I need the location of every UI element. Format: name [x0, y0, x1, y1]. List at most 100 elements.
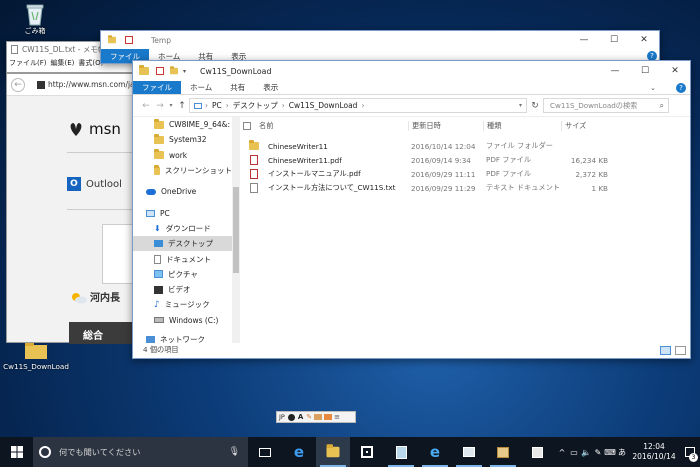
taskbar-notepad[interactable] — [384, 437, 418, 467]
nav-item-videos[interactable]: ビデオ — [133, 282, 232, 297]
notepad-menu-edit[interactable]: 編集(E) — [51, 58, 75, 68]
details-view-button[interactable] — [660, 345, 671, 355]
taskbar-explorer[interactable] — [316, 437, 350, 467]
file-row[interactable]: ChineseWriter11 2016/10/14 12:04 ファイル フォ… — [240, 139, 690, 153]
task-view-button[interactable] — [248, 437, 282, 467]
tray-volume-icon[interactable]: 🔈 — [580, 448, 592, 457]
tray-network-icon[interactable]: ▭ — [568, 448, 580, 457]
maximize-button[interactable]: ☐ — [630, 61, 660, 81]
taskbar-app-three[interactable] — [520, 437, 554, 467]
column-header-name[interactable]: 名前 — [251, 121, 408, 131]
taskbar-search-box[interactable]: 何でも聞いてください 🎙 — [33, 437, 248, 467]
minimize-button[interactable]: — — [600, 61, 630, 81]
tab-share[interactable]: 共有 — [221, 81, 254, 94]
nav-item-pictures[interactable]: ピクチャ — [133, 267, 232, 282]
file-list[interactable]: 名前 更新日時 種類 サイズ ChineseWriter11 2016/10/1… — [240, 117, 690, 343]
nav-item-onedrive[interactable]: OneDrive — [133, 184, 232, 199]
ime-kana-icon[interactable] — [287, 413, 295, 421]
forward-button[interactable]: → — [153, 101, 167, 111]
refresh-button[interactable]: ↻ — [527, 101, 543, 111]
close-button[interactable]: ✕ — [660, 61, 690, 81]
nav-scrollbar[interactable] — [232, 117, 240, 343]
nav-item-downloads[interactable]: ⬇ ダウンロード — [133, 221, 232, 236]
clock[interactable]: 12:04 2016/10/14 — [628, 442, 680, 462]
nav-item-documents[interactable]: ドキュメント — [133, 251, 232, 266]
start-button[interactable] — [0, 437, 33, 467]
search-box[interactable]: Cw11S_DownLoadの検索 ⌕ — [543, 98, 669, 113]
tab-file[interactable]: ファイル — [133, 81, 181, 94]
desktop-folder[interactable]: Cw11S_DownLoad — [0, 340, 72, 371]
file-row[interactable]: インストール方法について_CW11S.txt 2016/09/29 11:29 … — [240, 181, 690, 195]
item-count: 4 個の項目 — [143, 345, 179, 354]
action-center-button[interactable]: 3 — [680, 437, 700, 467]
back-icon[interactable]: ← — [11, 77, 25, 92]
notification-badge: 3 — [689, 453, 698, 462]
taskbar-app-one[interactable] — [452, 437, 486, 467]
taskbar-store[interactable] — [350, 437, 384, 467]
ime-menu-icon[interactable] — [324, 414, 333, 420]
address-bar[interactable]: › PC › デスクトップ › Cw11S_DownLoad › ▾ — [189, 98, 527, 113]
nav-scrollbar-thumb[interactable] — [233, 187, 239, 273]
outlook-link[interactable]: O Outlool — [67, 177, 122, 191]
ime-toolbar[interactable]: JP A ✎ ≡ — [276, 411, 356, 423]
breadcrumb-pc[interactable]: PC — [212, 101, 222, 110]
file-row[interactable]: インストールマニュアル.pdf 2016/09/29 11:11 PDF ファイ… — [240, 167, 690, 181]
tab-view[interactable]: 表示 — [254, 81, 287, 94]
tray-keyboard-icon[interactable]: ⌨ — [604, 448, 616, 457]
notepad-menu-file[interactable]: ファイル(F) — [9, 58, 47, 68]
temp-minimize-button[interactable]: — — [569, 31, 599, 49]
qat-new-folder-icon[interactable] — [170, 66, 178, 75]
windows-logo-icon — [10, 446, 23, 458]
breadcrumb-desktop[interactable]: デスクトップ — [233, 100, 278, 111]
nav-item-desktop[interactable]: デスクトップ — [133, 236, 232, 252]
nav-item-windows-c[interactable]: Windows (C:) — [133, 313, 232, 328]
ime-char-mode[interactable]: A — [298, 413, 303, 421]
qat-dropdown-icon[interactable]: ▾ — [183, 68, 186, 75]
tab-home[interactable]: ホーム — [181, 81, 221, 94]
large-icons-view-button[interactable] — [675, 345, 686, 355]
nav-item-music[interactable]: ♪ ミュージック — [133, 297, 232, 312]
column-header-type[interactable]: 種類 — [483, 121, 561, 131]
ribbon-expand-icon[interactable]: ⌄ — [650, 84, 656, 92]
qat-properties-icon[interactable] — [156, 67, 164, 75]
nav-item-cw8ime[interactable]: CW8IME_9_64&: — [133, 117, 232, 132]
temp-close-button[interactable]: ✕ — [629, 31, 659, 49]
pdf-file-icon — [250, 169, 258, 179]
column-header-size[interactable]: サイズ — [561, 121, 605, 131]
ime-mode[interactable]: JP — [279, 413, 285, 421]
temp-window[interactable]: Temp — ☐ ✕ ファイル ホーム 共有 表示 ? — [100, 30, 660, 64]
address-bar[interactable]: http://www.msn.com/ja — [48, 80, 135, 89]
search-placeholder: Cw11S_DownLoadの検索 — [550, 100, 638, 110]
tray-pen-icon[interactable]: ✎ — [592, 448, 604, 457]
nav-item-work[interactable]: work — [133, 148, 232, 163]
taskbar-edge[interactable]: e — [282, 437, 316, 467]
recent-dropdown-icon[interactable]: ▾ — [167, 102, 175, 109]
microphone-icon[interactable]: 🎙 — [229, 447, 240, 457]
breadcrumb-folder[interactable]: Cw11S_DownLoad — [289, 101, 358, 110]
weather-widget[interactable]: 河内長 — [69, 289, 120, 304]
ime-pad-icon[interactable] — [314, 414, 323, 420]
up-button[interactable]: ↑ — [175, 101, 189, 111]
nav-item-system32[interactable]: System32 — [133, 132, 232, 147]
taskbar-app-two[interactable] — [486, 437, 520, 467]
navigation-pane[interactable]: CW8IME_9_64&: System32 work スクリーンショット On… — [133, 117, 232, 343]
browser-window[interactable]: ← http://www.msn.com/ja msn O Outlool 河内… — [6, 73, 137, 344]
tab-general[interactable]: 総合 — [69, 322, 137, 344]
nav-item-pc[interactable]: PC — [133, 205, 232, 220]
ime-options-icon[interactable]: ≡ — [334, 413, 340, 421]
nav-item-screenshots[interactable]: スクリーンショット — [133, 163, 232, 178]
msn-logo[interactable]: msn — [67, 120, 121, 138]
file-row[interactable]: ChineseWriter11.pdf 2016/09/14 9:34 PDF … — [240, 153, 690, 167]
temp-maximize-button[interactable]: ☐ — [599, 31, 629, 49]
recycle-bin[interactable]: ごみ箱 — [18, 2, 52, 38]
taskbar-ie[interactable]: e — [418, 437, 452, 467]
back-button[interactable]: ← — [139, 101, 153, 111]
select-all-checkbox[interactable] — [243, 122, 251, 130]
explorer-window[interactable]: ▾ Cw11S_DownLoad — ☐ ✕ ファイル ホーム 共有 表示 ⌄ … — [132, 60, 691, 359]
help-icon[interactable]: ? — [676, 82, 686, 93]
ime-tool-icon[interactable]: ✎ — [306, 413, 312, 421]
tray-ime-icon[interactable]: あ — [616, 447, 628, 458]
address-dropdown-icon[interactable]: ▾ — [519, 102, 522, 109]
tray-overflow-icon[interactable]: ^ — [556, 448, 568, 457]
column-header-date[interactable]: 更新日時 — [408, 121, 483, 131]
